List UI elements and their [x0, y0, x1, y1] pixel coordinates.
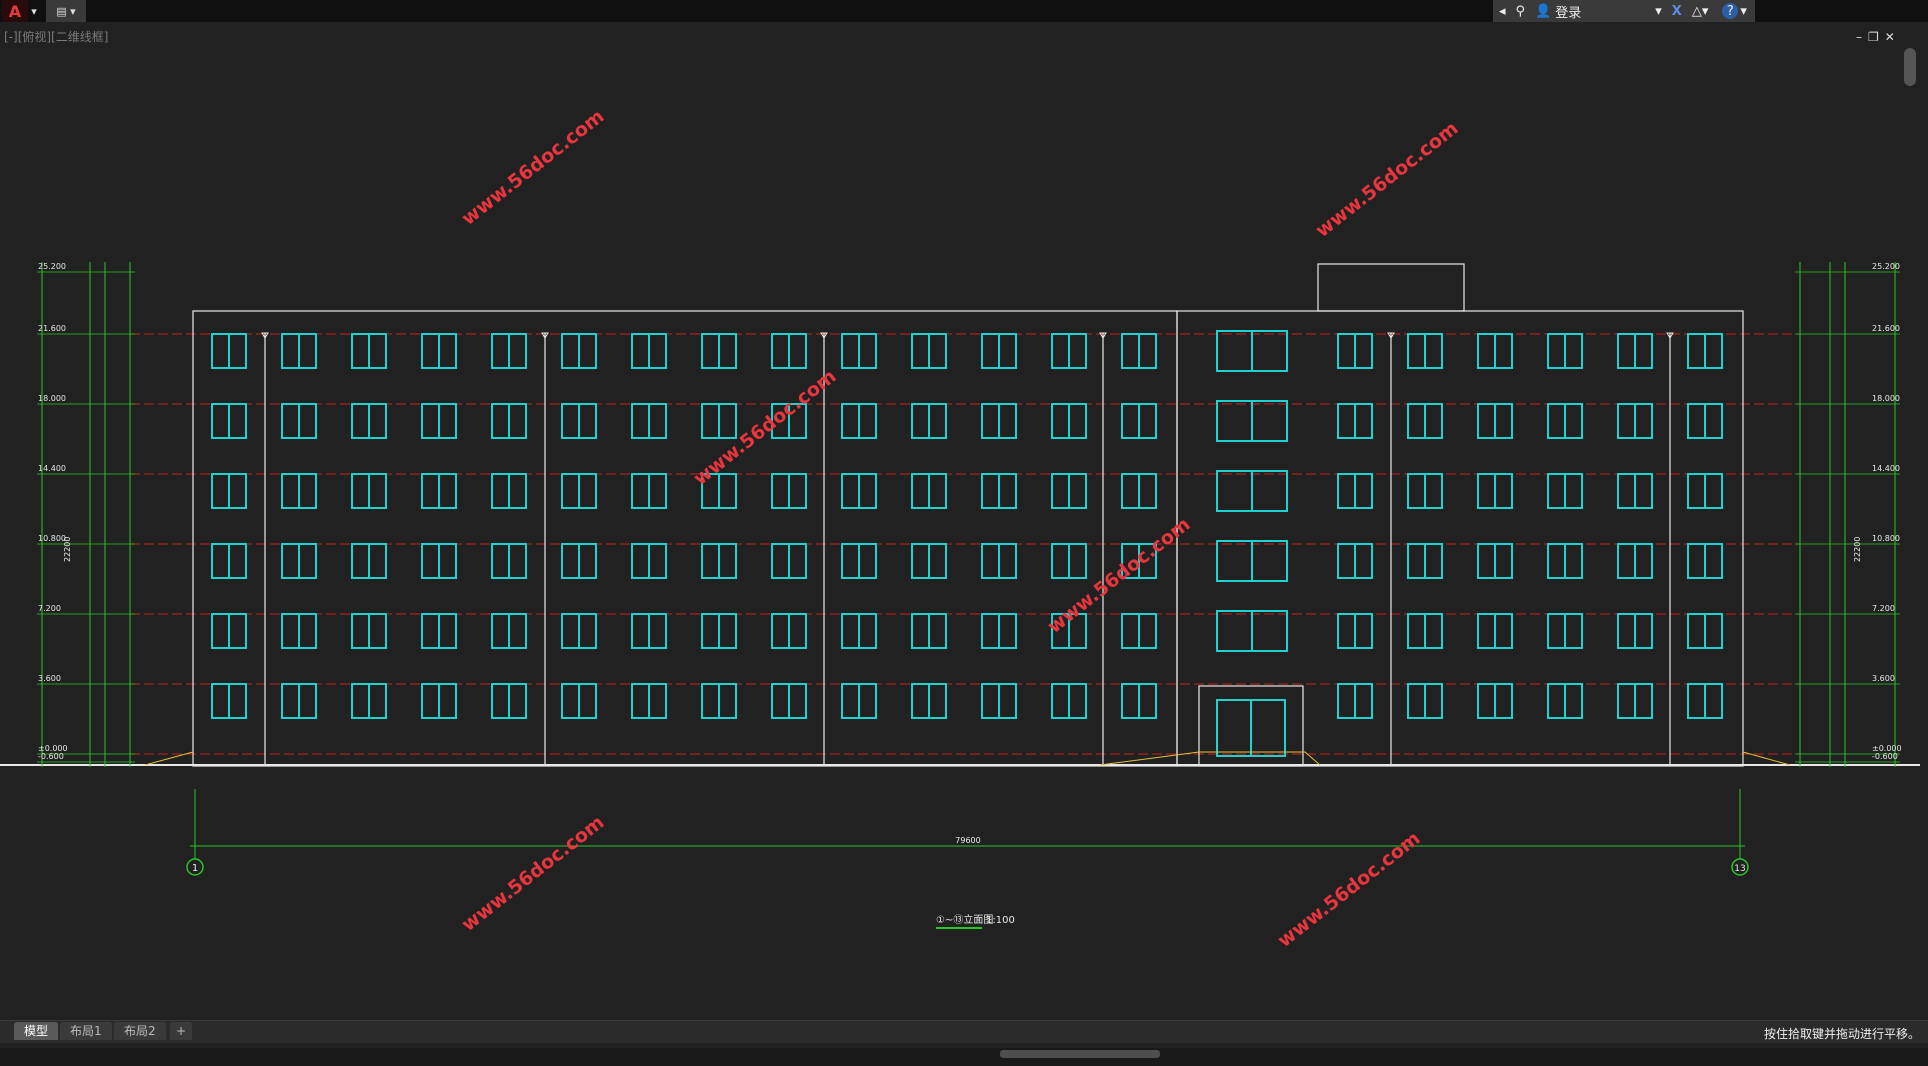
exchange-apps-icon[interactable]: X: [1672, 4, 1682, 19]
elevation-label-right: 3.600: [1872, 674, 1895, 683]
title-bar: A ▾ ▤ ▾ ◂ ⚲ 👤 登录 ▾ X △▾ ? ▾: [0, 0, 1928, 22]
elevation-caption-scale: 1:100: [986, 915, 1015, 926]
user-icon[interactable]: 👤: [1535, 4, 1551, 19]
horizontal-scroll-thumb[interactable]: [1000, 1050, 1160, 1058]
add-layout-button[interactable]: +: [170, 1022, 193, 1040]
total-height-dimension: 22200: [63, 537, 72, 562]
elevation-label-right: 7.200: [1872, 604, 1895, 613]
horizontal-scrollbar[interactable]: [0, 1048, 1928, 1066]
elevation-label-right: 18.000: [1872, 394, 1900, 403]
left-arrow-icon[interactable]: ◂: [1499, 4, 1506, 19]
elevation-label-left: 21.600: [38, 324, 66, 333]
sign-in-dropdown-icon[interactable]: ▾: [1655, 4, 1662, 19]
axis-label-end: 13: [1734, 864, 1745, 874]
help-icon[interactable]: ?: [1722, 3, 1739, 19]
watermarks: www.56doc.com www.56doc.com www.56doc.co…: [458, 105, 1463, 952]
quick-access-toolbar[interactable]: ▤ ▾: [46, 0, 86, 22]
roof-structure: [1317, 263, 1465, 312]
drawing-canvas[interactable]: 25.200 25.200 21.600 21.600 18.000 18.000 14.4…: [0, 22, 1928, 1020]
elevation-label-right: 10.800: [1872, 534, 1900, 543]
sign-in-label[interactable]: 登录: [1555, 2, 1581, 21]
elevation-label-left: 14.400: [38, 464, 66, 473]
tab-layout1[interactable]: 布局1: [60, 1022, 112, 1040]
elevation-label-right: 25.200: [1872, 262, 1900, 271]
layout-tab-bar: [0, 1020, 1928, 1043]
status-message: 按住拾取键并拖动进行平移。: [1763, 1027, 1920, 1041]
watermark-text: www.56doc.com: [458, 105, 609, 230]
axis-label-start: 1: [192, 863, 198, 874]
overall-length-dimension: 79600: [955, 836, 980, 845]
tab-model[interactable]: 模型: [14, 1022, 59, 1040]
total-height-dimension-right: 22200: [1853, 537, 1862, 562]
watermark-text: www.56doc.com: [690, 365, 841, 490]
watermark-text: www.56doc.com: [1312, 117, 1463, 242]
app-menu-dropdown-icon[interactable]: ▾: [28, 0, 40, 22]
watermark-text: www.56doc.com: [458, 811, 609, 936]
elevation-caption-title: ①~⑬立面图: [936, 913, 993, 926]
building-outline-right: [1176, 310, 1744, 767]
watermark-text: www.56doc.com: [1044, 513, 1195, 638]
elevation-label-right: -0.600: [1872, 752, 1898, 761]
building-outline-left: [192, 310, 1178, 767]
elevation-drawing: 25.200 25.200 21.600 21.600 18.000 18.000 14.4…: [0, 262, 1920, 859]
elevation-label-left: 18.000: [38, 394, 66, 403]
app-logo-icon[interactable]: A: [2, 0, 28, 22]
elevation-label-left: -0.600: [38, 752, 64, 761]
elevation-label-right: 21.600: [1872, 324, 1900, 333]
help-dropdown-icon[interactable]: ▾: [1740, 4, 1747, 19]
elevation-label-left: 7.200: [38, 604, 61, 613]
a360-icon[interactable]: △▾: [1692, 4, 1709, 19]
elevation-label-right: 14.400: [1872, 464, 1900, 473]
binoculars-icon[interactable]: ⚲: [1516, 4, 1526, 19]
infocenter-bar: ◂ ⚲ 👤 登录 ▾ X △▾ ? ▾: [1493, 0, 1755, 22]
elevation-label-left: 10.800: [38, 534, 66, 543]
elevation-label-left: 3.600: [38, 674, 61, 683]
tab-layout2[interactable]: 布局2: [114, 1022, 166, 1040]
elevation-label-left: 25.200: [38, 262, 66, 271]
